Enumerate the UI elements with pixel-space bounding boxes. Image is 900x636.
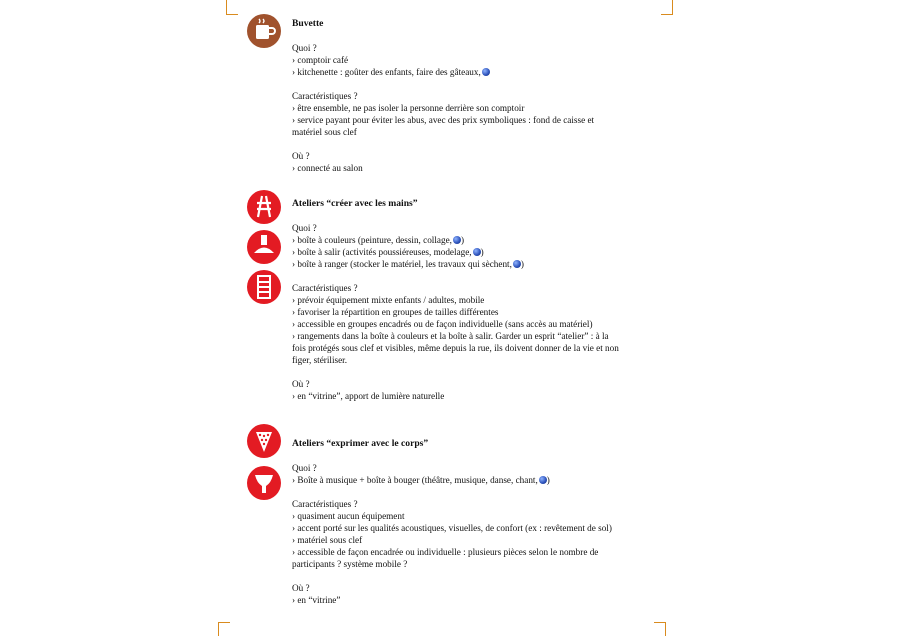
caracteristiques-label: Caractéristiques ?	[292, 91, 358, 101]
list-item: › boîte à ranger (stocker le matériel, l…	[292, 259, 524, 269]
quoi-label: Quoi ?	[292, 223, 317, 233]
list-item: › accessible en groupes encadrés ou de f…	[292, 319, 593, 329]
caracteristiques-label: Caractéristiques ?	[292, 283, 358, 293]
ou-label: Où ?	[292, 583, 310, 593]
list-item: › quasiment aucun équipement	[292, 511, 405, 521]
crop-mark-bottom-left	[218, 622, 219, 636]
crop-mark-bottom-left	[218, 622, 230, 623]
list-item: › matériel sous clef	[292, 535, 363, 545]
bullet-dot-icon	[472, 248, 481, 256]
easel-icon	[247, 190, 281, 224]
crop-mark-top-left	[226, 0, 227, 14]
list-item: › boîte à salir (activités poussiéreuses…	[292, 247, 484, 257]
section-buvette: Buvette Quoi ? › comptoir café › kitchen…	[292, 18, 622, 174]
lamp-icon	[247, 230, 281, 264]
list-item: › rangements dans la boîte à couleurs et…	[292, 331, 619, 365]
bullet-dot-icon	[452, 236, 461, 244]
list-item: › service payant pour éviter les abus, a…	[292, 115, 595, 137]
list-item: › accessible de façon encadrée ou indivi…	[292, 547, 599, 569]
section-title: Ateliers “exprimer avec le corps”	[292, 438, 429, 449]
list-item: › boîte à couleurs (peinture, dessin, co…	[292, 235, 465, 245]
shelf-icon	[247, 270, 281, 304]
list-item: › être ensemble, ne pas isoler la person…	[292, 103, 525, 113]
ou-label: Où ?	[292, 379, 310, 389]
section-title: Buvette	[292, 18, 324, 29]
section-ateliers-corps: Ateliers “exprimer avec le corps” Quoi ?…	[292, 438, 622, 606]
list-item: › comptoir café	[292, 55, 349, 65]
bullet-dot-icon	[481, 68, 490, 76]
list-item: › en “vitrine”	[292, 595, 341, 605]
crop-mark-bottom-right	[665, 622, 666, 636]
drum-icon	[247, 466, 281, 500]
coffee-cup-icon	[247, 14, 281, 48]
crop-mark-top-right	[672, 0, 673, 14]
microphone-icon	[247, 424, 281, 458]
list-item: › en “vitrine”, apport de lumière nature…	[292, 391, 445, 401]
list-item: › connecté au salon	[292, 163, 363, 173]
list-item: › kitchenette : goûter des enfants, fair…	[292, 66, 622, 78]
caracteristiques-label: Caractéristiques ?	[292, 499, 358, 509]
crop-mark-top-right	[661, 14, 673, 15]
crop-mark-top-left	[226, 14, 238, 15]
list-item: › favoriser la répartition en groupes de…	[292, 307, 499, 317]
list-item: › accent porté sur les qualités acoustiq…	[292, 523, 612, 533]
list-item: › prévoir équipement mixte enfants / adu…	[292, 295, 485, 305]
quoi-label: Quoi ?	[292, 43, 317, 53]
ou-label: Où ?	[292, 151, 310, 161]
bullet-dot-icon	[512, 260, 521, 268]
bullet-dot-icon	[538, 476, 547, 484]
quoi-label: Quoi ?	[292, 463, 317, 473]
list-item: › Boîte à musique + boîte à bouger (théâ…	[292, 475, 550, 485]
section-ateliers-mains: Ateliers “créer avec les mains” Quoi ? ›…	[292, 198, 622, 402]
section-title: Ateliers “créer avec les mains”	[292, 198, 418, 209]
crop-mark-bottom-right	[654, 622, 666, 623]
